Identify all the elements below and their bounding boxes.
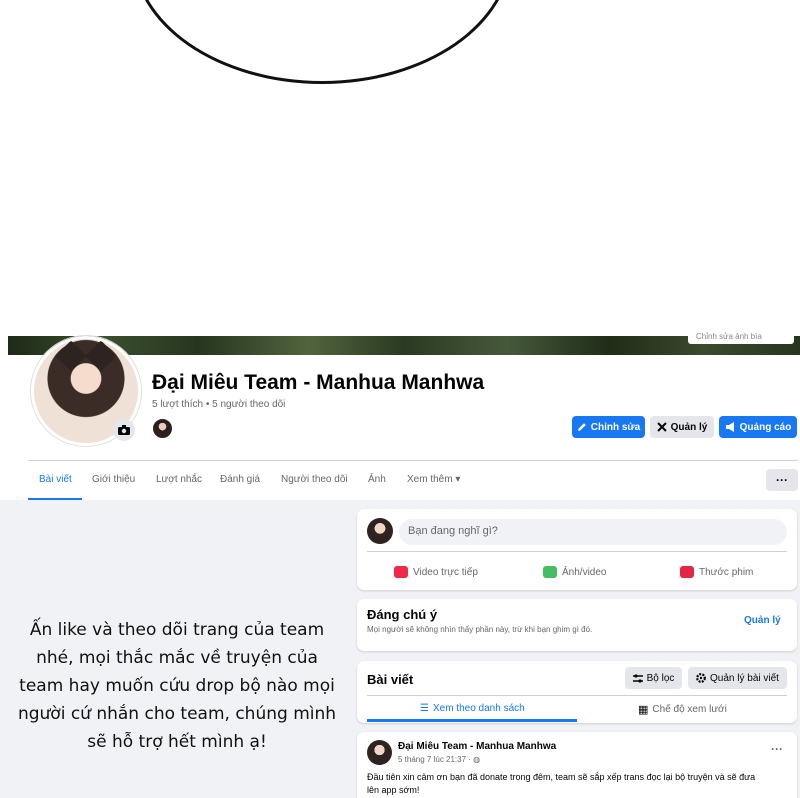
filter-icon <box>632 673 643 683</box>
manage-posts-label: Quản lý bài viết <box>710 672 779 684</box>
post-text: lên app sớm! <box>367 785 420 795</box>
posts-title: Bài viết <box>367 672 414 687</box>
post-author-avatar[interactable] <box>367 740 392 765</box>
divider <box>367 695 787 696</box>
tab-mentions[interactable]: Lượt nhắc <box>156 474 202 485</box>
tab-about[interactable]: Giới thiệu <box>92 474 135 485</box>
photo-icon <box>543 566 557 578</box>
divider <box>367 551 787 552</box>
promo-line: người cứ nhắn cho team, chúng mình <box>17 704 337 724</box>
camera-icon[interactable] <box>113 419 135 441</box>
grid-view-label: Chế độ xem lưới <box>652 704 727 715</box>
post-menu-button[interactable]: ··· <box>771 742 783 756</box>
pencil-icon <box>577 423 586 431</box>
cover-photo: Chỉnh sửa ảnh bìa <box>8 330 800 355</box>
promo-line: team hay muốn cứu drop bộ nào mọi <box>19 676 335 696</box>
page-title: Đại Miêu Team - Manhua Manhwa <box>152 371 485 394</box>
post-timestamp[interactable]: 5 tháng 7 lúc 21:37 · ◍ <box>398 755 480 764</box>
composer-input[interactable]: Bạn đang nghĩ gì? <box>399 519 787 545</box>
tab-more[interactable]: Xem thêm ▾ <box>407 474 460 485</box>
page-stats[interactable]: 5 lượt thích • 5 người theo dõi <box>152 399 285 410</box>
grid-view-tab[interactable]: ▦ Chế độ xem lưới <box>638 703 727 716</box>
featured-manage-link[interactable]: Quản lý <box>744 615 781 626</box>
ads-label: Quảng cáo <box>739 421 792 433</box>
list-icon: ☰ <box>420 703 429 714</box>
featured-description: Mọi người sẽ không nhìn thấy phần này, t… <box>367 625 593 634</box>
megaphone-icon <box>725 422 734 432</box>
reel-label: Thước phim <box>699 566 754 578</box>
edit-cover-button[interactable]: Chỉnh sửa ảnh bìa <box>688 330 794 344</box>
list-view-label: Xem theo danh sách <box>432 703 525 714</box>
composer-avatar[interactable] <box>367 518 393 544</box>
filter-button[interactable]: Bộ lọc <box>625 667 682 689</box>
photo-video-button[interactable]: Ảnh/video <box>543 566 606 578</box>
tools-icon <box>656 422 667 432</box>
tab-posts[interactable]: Bài viết <box>39 474 72 485</box>
gear-icon <box>696 673 706 683</box>
speech-bubble <box>132 0 512 84</box>
promo-line: sẽ hỗ trợ hết mình ạ! <box>87 732 267 752</box>
manage-posts-button[interactable]: Quản lý bài viết <box>688 667 787 689</box>
live-video-button[interactable]: Video trực tiếp <box>394 566 478 578</box>
ads-button[interactable]: Quảng cáo <box>719 416 797 438</box>
posts-header-card: Bài viết Bộ lọc Quản lý bài viết ☰ Xem t… <box>357 661 797 723</box>
edit-page-label: Chỉnh sửa <box>590 421 641 433</box>
filter-label: Bộ lọc <box>646 672 675 684</box>
composer-card: Bạn đang nghĩ gì? Video trực tiếp Ảnh/vi… <box>357 509 797 590</box>
photo-video-label: Ảnh/video <box>562 566 607 578</box>
follower-avatar[interactable] <box>152 418 173 439</box>
view-tab-indicator <box>367 719 577 722</box>
more-options-button[interactable]: ··· <box>766 469 798 491</box>
tab-photos[interactable]: Ảnh <box>368 474 386 485</box>
manage-button[interactable]: Quản lý <box>650 416 714 438</box>
post-text: Đầu tiên xin cảm ơn bạn đã donate trong … <box>367 772 756 782</box>
grid-icon: ▦ <box>638 704 649 716</box>
live-video-icon <box>394 566 408 578</box>
promo-line: Ấn like và theo dõi trang của team <box>29 620 325 640</box>
tab-followers[interactable]: Người theo dõi <box>281 474 348 485</box>
page-tabs: Bài viết Giới thiệu Lượt nhắc Đánh giá N… <box>28 460 798 501</box>
post-author-name[interactable]: Đại Miêu Team - Manhua Manhwa <box>398 741 556 752</box>
manage-label: Quản lý <box>670 421 708 433</box>
live-video-label: Video trực tiếp <box>413 566 478 578</box>
reel-icon <box>680 566 694 578</box>
edit-page-button[interactable]: Chỉnh sửa <box>572 416 645 438</box>
promo-line: nhé, mọi thắc mắc về truyện của <box>36 648 318 668</box>
list-view-tab[interactable]: ☰ Xem theo danh sách <box>420 703 525 714</box>
featured-title: Đáng chú ý <box>367 607 438 622</box>
post-card: Đại Miêu Team - Manhua Manhwa 5 tháng 7 … <box>357 732 797 798</box>
reel-button[interactable]: Thước phim <box>680 566 753 578</box>
promo-text: Ấn like và theo dõi trang của team nhé, … <box>14 616 340 756</box>
tab-reviews[interactable]: Đánh giá <box>220 474 260 485</box>
featured-card: Đáng chú ý Mọi người sẽ không nhìn thấy … <box>357 599 797 651</box>
